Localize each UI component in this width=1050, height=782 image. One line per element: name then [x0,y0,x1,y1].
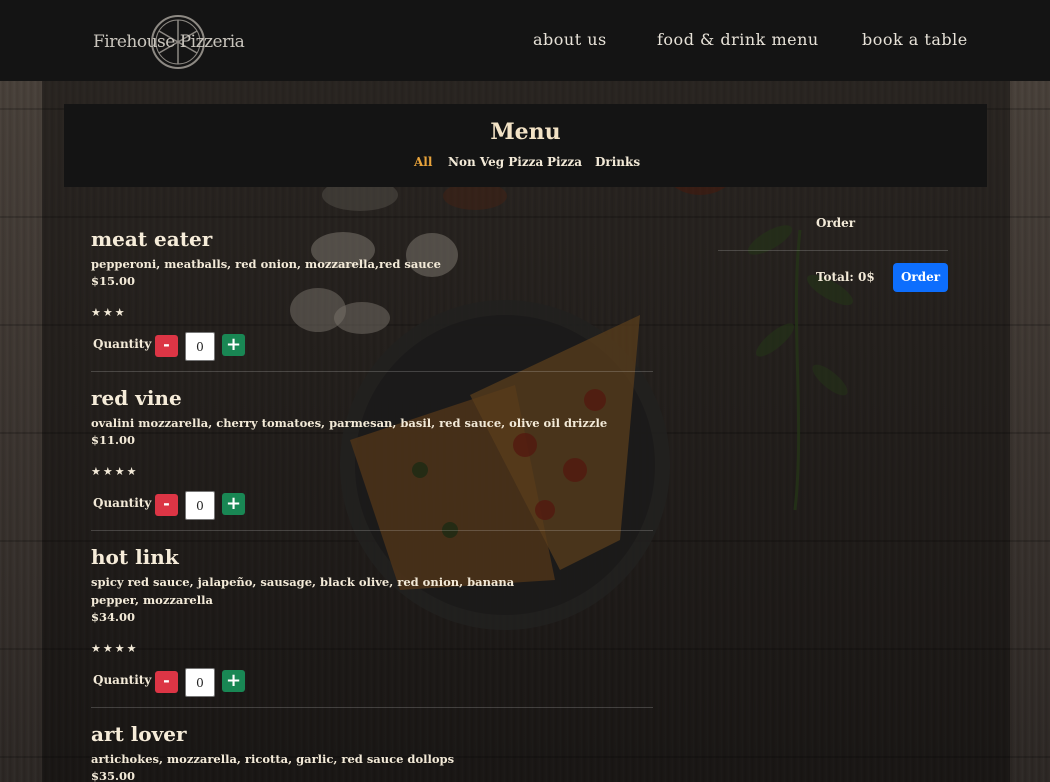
increase-quantity-button[interactable]: + [222,670,245,692]
order-button[interactable]: Order [893,263,948,292]
nav-about-us[interactable]: about us [533,30,607,49]
order-divider [718,250,948,251]
menu-header: Menu All Non Veg Pizza Pizza Drinks [64,104,987,187]
quantity-label: Quantity [93,496,152,510]
quantity-stepper: Quantity - + [93,667,293,697]
filter-pizza[interactable]: Pizza [547,155,582,169]
item-price: $11.00 [91,433,136,447]
menu-item: red vine ovalini mozzarella, cherry toma… [91,386,653,520]
item-price: $15.00 [91,274,136,288]
quantity-stepper: Quantity - + [93,331,293,361]
item-rating: ★★★★ [91,465,139,478]
menu-title: Menu [490,119,561,145]
item-description: artichokes, mozzarella, ricotta, garlic,… [91,752,455,766]
filter-drinks[interactable]: Drinks [595,155,640,169]
filter-all[interactable]: All [414,155,432,169]
quantity-label: Quantity [93,673,152,687]
increase-quantity-button[interactable]: + [222,493,245,515]
quantity-stepper: Quantity - + [93,490,293,520]
nav-book-a-table[interactable]: book a table [862,30,968,49]
item-price: $34.00 [91,610,136,624]
menu-item: meat eater pepperoni, meatballs, red oni… [91,227,653,361]
item-rating: ★★★★ [91,642,139,655]
nav-food-drink-menu[interactable]: food & drink menu [657,30,819,49]
increase-quantity-button[interactable]: + [222,334,245,356]
item-divider [91,530,653,531]
order-title: Order [816,216,856,230]
item-name: hot link [91,545,179,569]
decrease-quantity-button[interactable]: - [155,335,178,357]
item-name: meat eater [91,227,213,251]
item-name: red vine [91,386,182,410]
item-description: ovalini mozzarella, cherry tomatoes, par… [91,416,608,430]
menu-item: art lover artichokes, mozzarella, ricott… [91,722,653,782]
menu-item: hot link spicy red sauce, jalapeño, saus… [91,545,653,697]
item-description: pepperoni, meatballs, red onion, mozzare… [91,257,441,271]
filter-non-veg-pizza[interactable]: Non Veg Pizza [448,155,543,169]
main-nav: about us food & drink menu book a table [0,30,1050,54]
quantity-input[interactable] [185,491,215,520]
decrease-quantity-button[interactable]: - [155,494,178,516]
quantity-input[interactable] [185,332,215,361]
top-navbar: Firehouse Pizzeria about us food & drink… [0,0,1050,81]
menu-filters: All Non Veg Pizza Pizza Drinks [64,155,987,173]
item-divider [91,707,653,708]
quantity-input[interactable] [185,668,215,697]
quantity-label: Quantity [93,337,152,351]
item-description: spicy red sauce, jalapeño, sausage, blac… [91,575,515,607]
decrease-quantity-button[interactable]: - [155,671,178,693]
item-price: $35.00 [91,769,136,782]
item-name: art lover [91,722,187,746]
item-rating: ★★★ [91,306,127,319]
order-total: Total: 0$ [816,270,875,284]
item-divider [91,371,653,372]
